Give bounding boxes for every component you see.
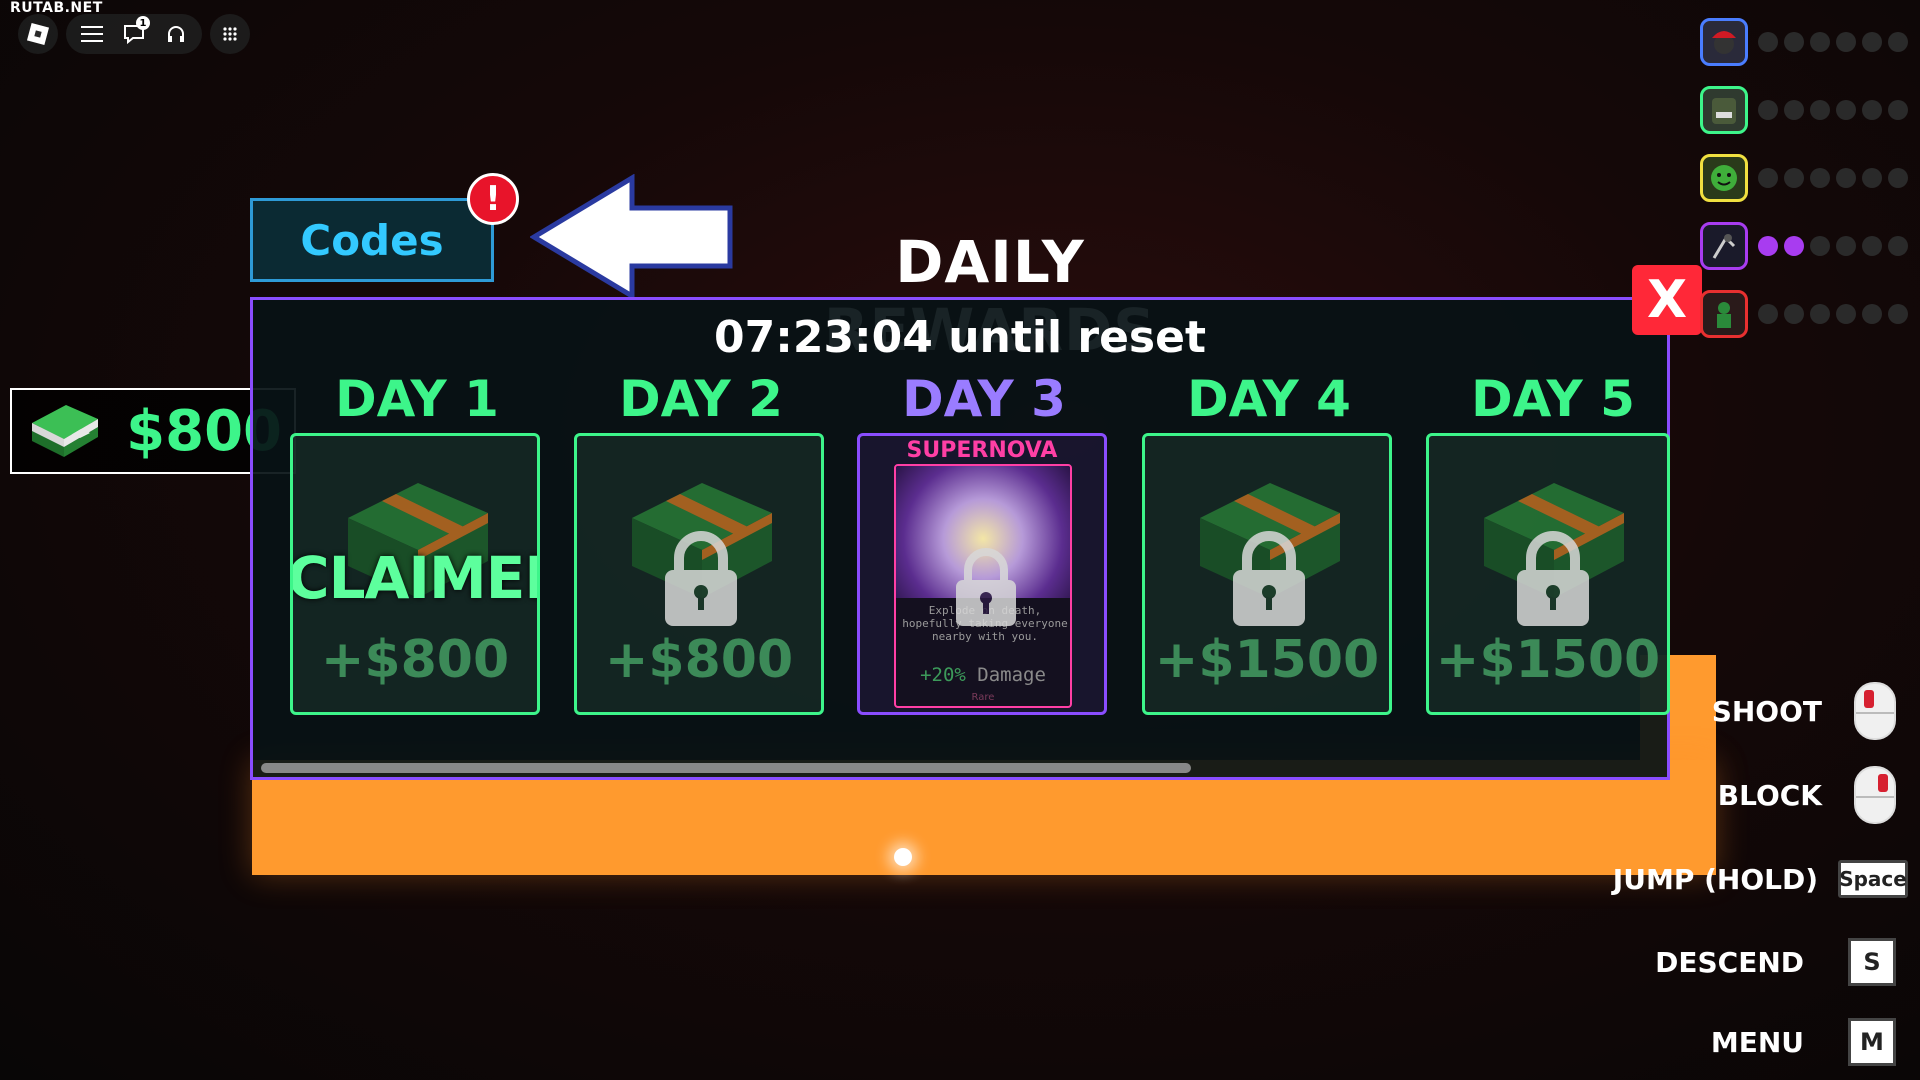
cash-stack-icon	[32, 405, 98, 457]
day-1-card[interactable]: CLAIMED! +$800	[290, 433, 540, 715]
avatar-icon	[1711, 165, 1737, 191]
day-5-card[interactable]: +$1500	[1426, 433, 1670, 715]
more-button[interactable]	[210, 14, 250, 54]
arrow-pointer-icon	[530, 174, 733, 300]
roblox-topbar: 1	[18, 14, 250, 54]
chat-badge: 1	[136, 16, 150, 30]
player-pips	[1758, 236, 1908, 256]
day-3-label: DAY 3	[902, 370, 1066, 428]
player-avatar[interactable]	[1700, 154, 1748, 202]
player-pips	[1758, 168, 1908, 188]
player-avatar[interactable]	[1700, 18, 1748, 66]
codes-alert-badge: !	[467, 173, 519, 225]
m-key: M	[1848, 1018, 1896, 1066]
control-label: BLOCK	[1717, 778, 1822, 812]
control-shoot: SHOOT	[1712, 682, 1896, 740]
control-menu: MENU M	[1711, 1018, 1896, 1066]
grid-dots-icon	[223, 27, 237, 41]
day-2-card[interactable]: +$800	[574, 433, 824, 715]
player-row[interactable]	[1700, 76, 1908, 144]
supernova-title: SUPERNOVA	[906, 438, 1058, 463]
player-avatar[interactable]	[1700, 222, 1748, 270]
player-row[interactable]	[1700, 144, 1908, 212]
glow-orb	[894, 848, 912, 866]
day-5-label: DAY 5	[1471, 370, 1635, 428]
control-descend: DESCEND S	[1655, 938, 1896, 986]
day-1-amount: +$800	[320, 630, 510, 690]
day-3-card[interactable]: SUPERNOVA Explode on death, hopefully ta…	[857, 433, 1107, 715]
day-2-label: DAY 2	[619, 370, 783, 428]
s-key: S	[1848, 938, 1896, 986]
control-block: BLOCK	[1718, 766, 1896, 824]
control-jump: JUMP (HOLD) Space	[1613, 860, 1908, 898]
player-pips	[1758, 304, 1908, 324]
claimed-label: CLAIMED!	[290, 544, 537, 612]
lock-icon	[956, 548, 1016, 626]
hamburger-icon	[81, 26, 103, 42]
hamburger-menu-button[interactable]	[72, 14, 112, 54]
player-row[interactable]	[1700, 212, 1908, 280]
voice-button[interactable]	[156, 14, 196, 54]
day-5-amount: +$1500	[1435, 630, 1661, 690]
player-row[interactable]	[1700, 8, 1908, 76]
effect-value: +20%	[920, 664, 966, 686]
close-button[interactable]: X	[1632, 265, 1702, 335]
player-avatar[interactable]	[1700, 86, 1748, 134]
day-2-amount: +$800	[604, 630, 794, 690]
lock-icon	[1517, 531, 1589, 626]
avatar-icon	[1717, 302, 1731, 328]
control-label: MENU	[1710, 1025, 1804, 1059]
player-row[interactable]	[1700, 280, 1908, 348]
reset-timer: 07:23:04 until reset	[714, 312, 1206, 363]
control-label: JUMP (HOLD)	[1612, 862, 1818, 896]
roblox-menu-button[interactable]	[18, 14, 58, 54]
supernova-effect: +20% Damage	[896, 664, 1070, 686]
day-4-label: DAY 4	[1187, 370, 1351, 428]
codes-button[interactable]: Codes	[250, 198, 494, 282]
player-pips	[1758, 100, 1908, 120]
lock-icon	[1233, 531, 1305, 626]
player-list	[1700, 8, 1908, 348]
headset-icon	[168, 26, 184, 42]
effect-label: Damage	[977, 664, 1046, 686]
lock-icon	[665, 531, 737, 626]
supernova-card: Explode on death, hopefully taking every…	[894, 464, 1072, 708]
day-4-amount: +$1500	[1154, 630, 1380, 690]
roblox-logo-icon	[26, 22, 50, 46]
avatar-icon	[1712, 31, 1736, 54]
day-1-label: DAY 1	[335, 370, 499, 428]
avatar-icon	[1712, 234, 1736, 259]
player-avatar[interactable]	[1700, 290, 1748, 338]
mouse-left-icon	[1854, 682, 1896, 740]
rewards-scrollbar[interactable]	[261, 763, 1191, 773]
chat-button[interactable]: 1	[114, 14, 154, 54]
supernova-rarity: Rare	[971, 692, 995, 703]
mouse-right-icon	[1854, 766, 1896, 824]
control-label: DESCEND	[1655, 945, 1804, 979]
space-key: Space	[1838, 860, 1908, 898]
topbar-group: 1	[66, 14, 202, 54]
day-4-card[interactable]: +$1500	[1142, 433, 1392, 715]
player-pips	[1758, 32, 1908, 52]
avatar-icon	[1712, 98, 1736, 124]
control-label: SHOOT	[1711, 694, 1822, 728]
